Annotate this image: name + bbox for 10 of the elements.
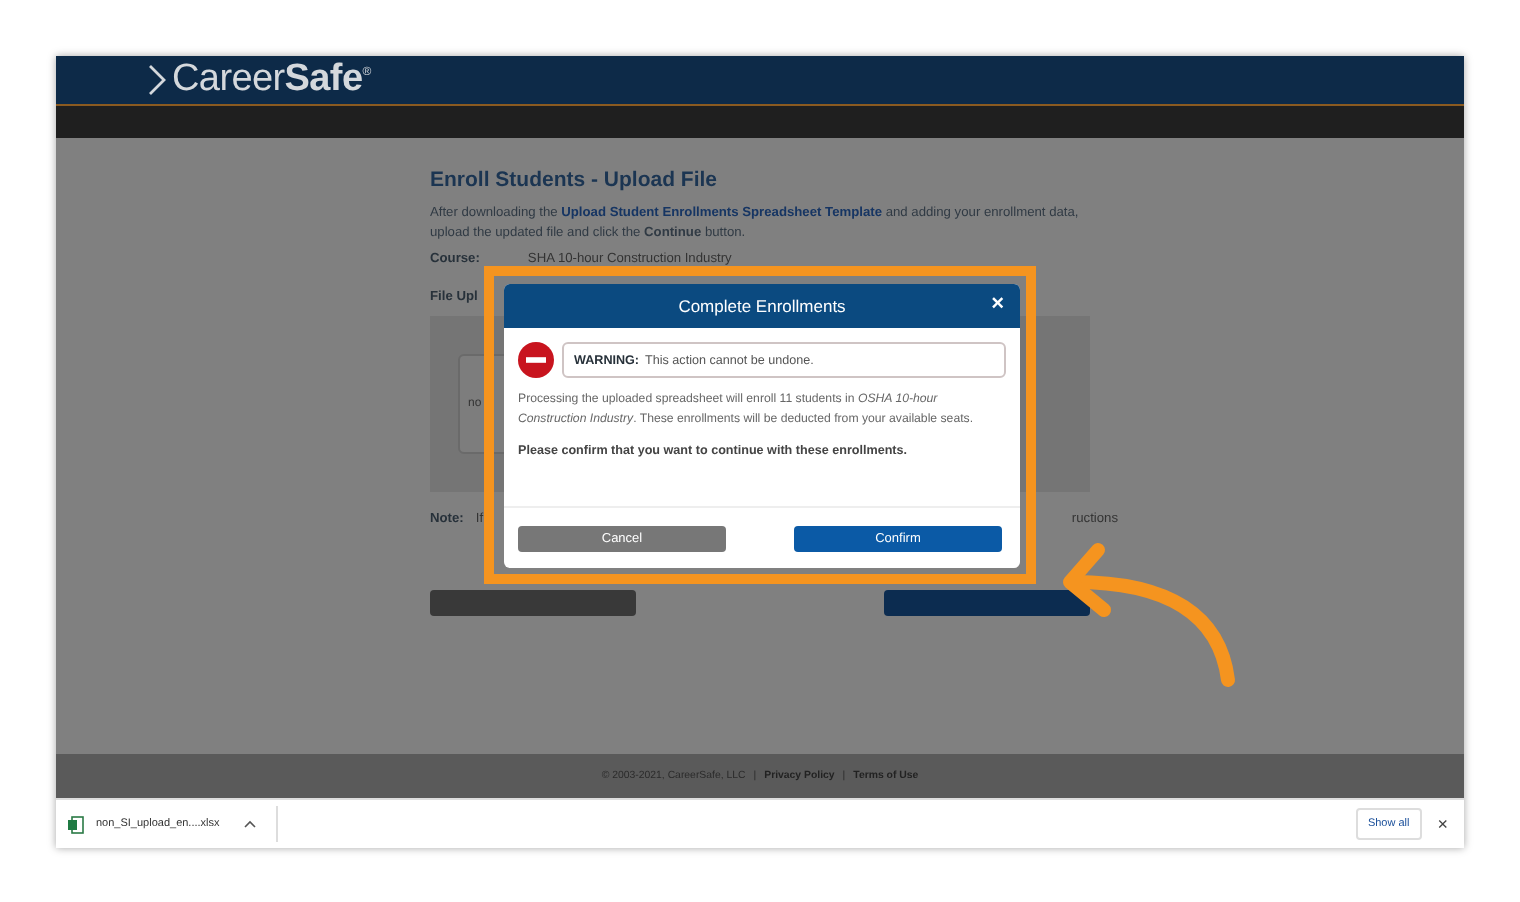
continue-button[interactable]: [884, 590, 1090, 616]
close-button[interactable]: ×: [991, 292, 1004, 316]
chevron-icon: [148, 64, 166, 96]
no-entry-icon: [518, 342, 554, 378]
close-button[interactable]: ×: [1421, 814, 1452, 834]
page-title: Enroll Students - Upload File: [430, 168, 720, 192]
dialog-title: Complete Enrollments: [678, 296, 846, 316]
caret-icon[interactable]: [243, 820, 256, 828]
spreadsheet-icon: [68, 815, 84, 833]
logo[interactable]: CareerSafe$^{®}$: [172, 58, 371, 102]
